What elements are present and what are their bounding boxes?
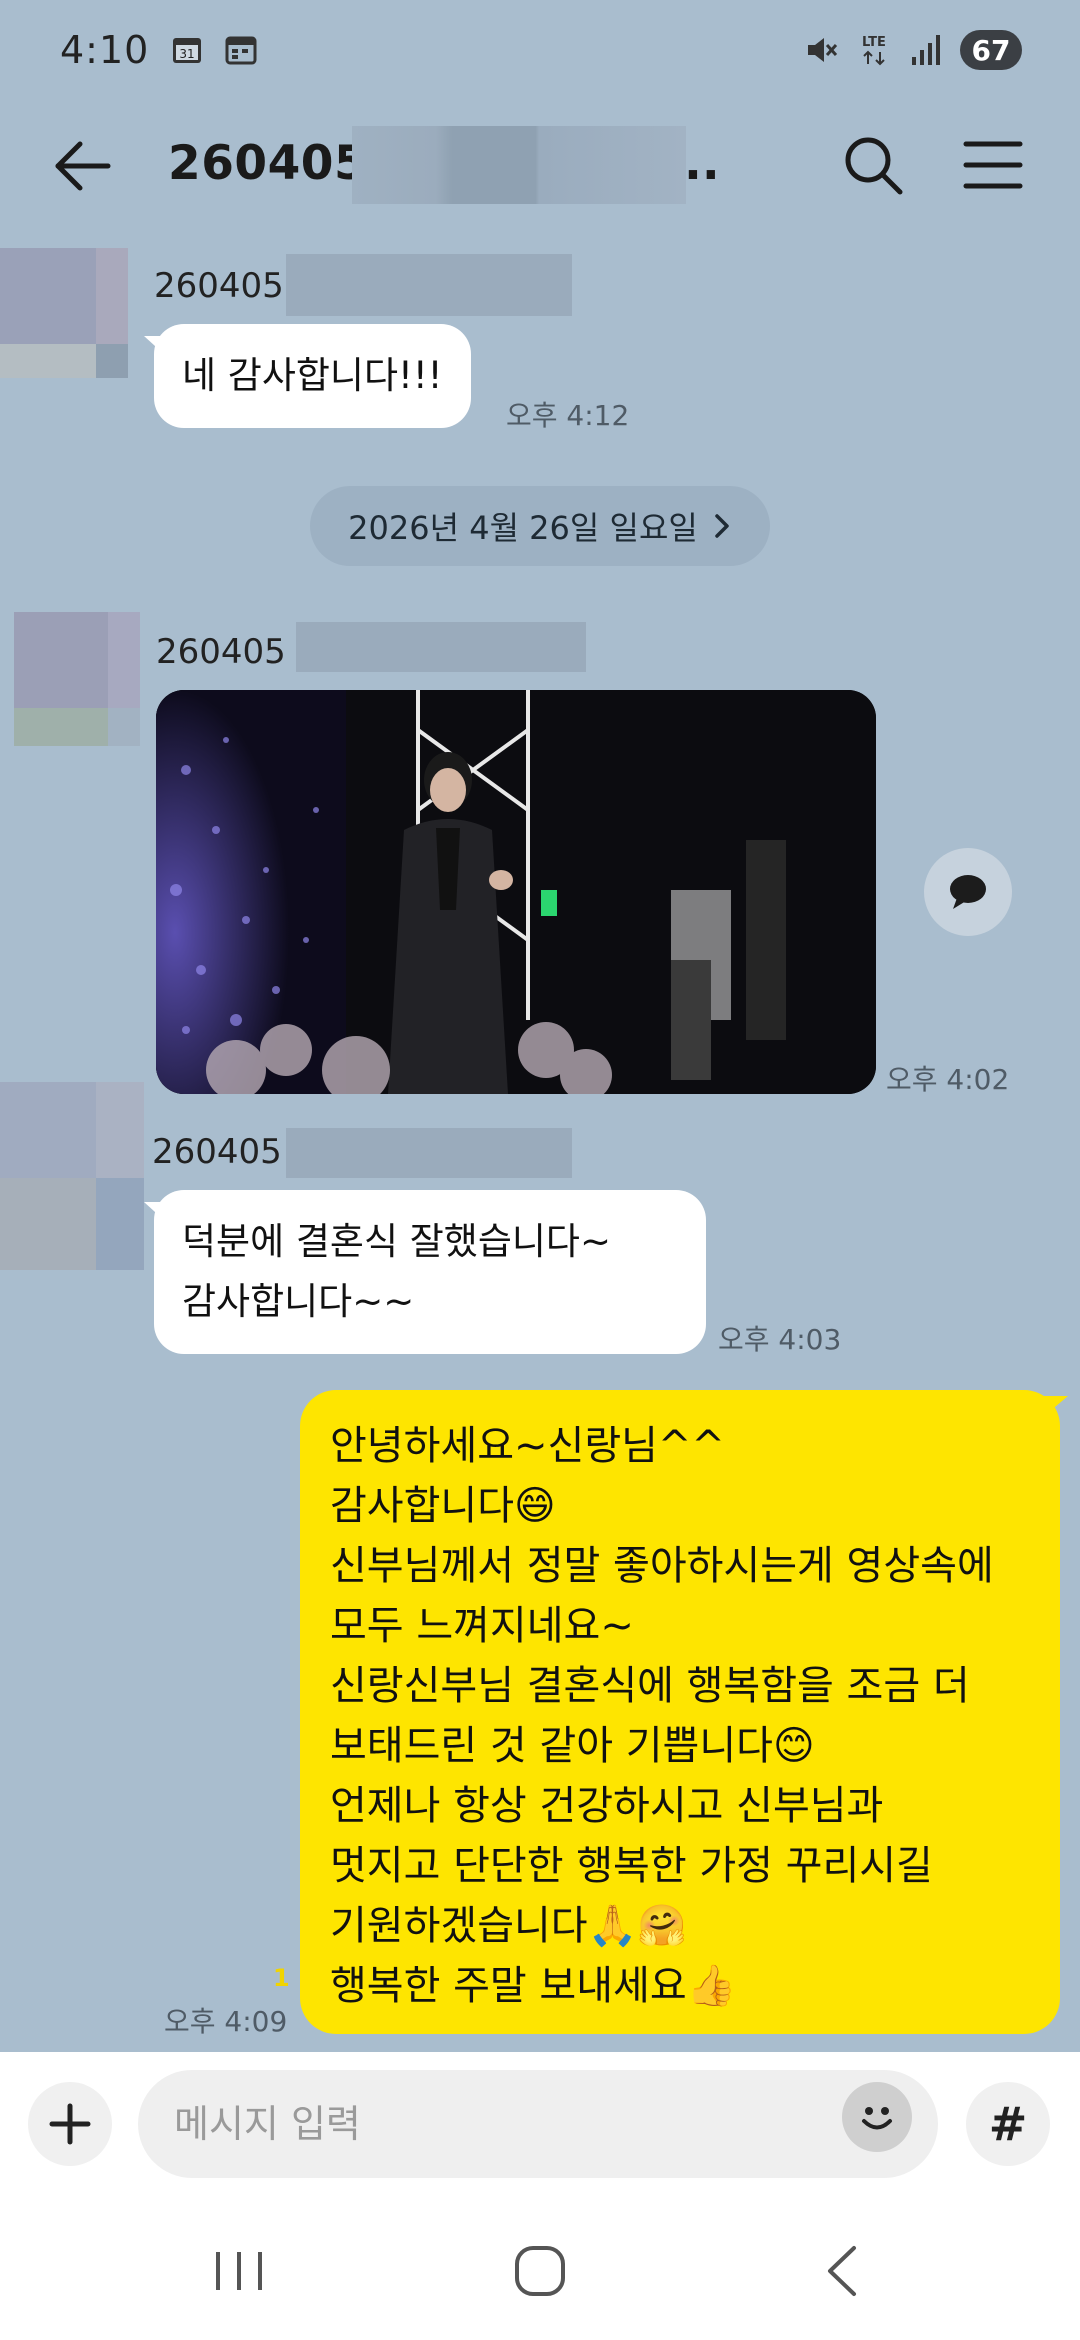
avatar[interactable]	[0, 1082, 144, 1270]
sender-name: 260405	[156, 632, 286, 672]
battery-indicator: 67	[960, 30, 1022, 70]
avatar[interactable]	[14, 612, 140, 746]
sender-name: 260405	[152, 1132, 282, 1172]
recent-apps-icon[interactable]	[204, 2238, 274, 2304]
calendar-app-icon	[225, 36, 257, 65]
back-nav-icon[interactable]	[808, 2238, 878, 2304]
title-ellipsis: ..	[684, 136, 720, 191]
sender-name: 260405	[154, 266, 284, 306]
my-message-line: 감사합니다😄	[330, 1483, 556, 1529]
hash-icon: #	[988, 2097, 1028, 2151]
my-message-line: 기원하겠습니다🙏🤗	[330, 1903, 688, 1949]
share-button[interactable]	[924, 848, 1012, 936]
sender-name-redacted	[286, 1128, 572, 1178]
my-message-line: 신부님께서 정말 좋아하시는게 영상속에	[330, 1543, 994, 1589]
wedding-photo-image	[156, 690, 876, 1094]
message-time: 오후 4:12	[506, 399, 630, 432]
my-message-line: 멋지고 단단한 행복한 가정 꾸리시길	[330, 1843, 933, 1889]
status-right: LTE 67	[804, 30, 1022, 70]
message-time: 오후 4:09	[164, 2005, 288, 2038]
my-message-bubble[interactable]: 안녕하세요~신랑님^^ 감사합니다😄 신부님께서 정말 좋아하시는게 영상속에 …	[300, 1390, 1068, 2034]
status-left: 4:10 31	[60, 28, 257, 72]
sender-name-redacted	[286, 254, 572, 316]
system-nav-bar	[0, 2198, 1080, 2340]
hashtag-search-button[interactable]: #	[966, 2082, 1050, 2166]
message-text-line-1: 덕분에 결혼식 잘했습니다~	[182, 1220, 611, 1263]
message-text-line-2: 감사합니다~~	[182, 1280, 415, 1323]
my-message-line: 모두 느껴지네요~	[330, 1603, 634, 1649]
calendar-icon: 31	[173, 38, 202, 63]
chevron-right-icon	[715, 514, 729, 538]
title-redacted	[352, 126, 686, 204]
lte-label: LTE	[862, 35, 886, 50]
emoji-button[interactable]	[842, 2082, 912, 2152]
my-message-line: 언제나 항상 건강하시고 신부님과	[330, 1783, 884, 1829]
status-time: 4:10	[60, 28, 150, 72]
plus-icon	[49, 2103, 91, 2145]
date-label: 2026년 4월 26일 일요일	[348, 509, 698, 547]
menu-icon[interactable]	[962, 136, 1024, 194]
home-icon[interactable]	[505, 2238, 575, 2304]
my-message-line: 안녕하세요~신랑님^^	[330, 1423, 725, 1469]
message-time: 오후 4:02	[886, 1063, 1010, 1096]
back-button[interactable]	[48, 136, 114, 196]
mute-icon	[808, 38, 838, 62]
add-attachment-button[interactable]	[28, 2082, 112, 2166]
date-divider[interactable]: 2026년 4월 26일 일요일	[310, 486, 770, 566]
lte-icon: LTE	[862, 35, 886, 66]
calendar-day: 31	[180, 47, 195, 61]
sender-name-redacted	[296, 622, 586, 672]
message-text: 네 감사합니다!!!	[182, 354, 443, 397]
my-message-line: 보태드린 것 같아 기쁩니다😊	[330, 1723, 815, 1769]
search-icon[interactable]	[840, 132, 906, 198]
avatar[interactable]	[0, 248, 128, 378]
my-message-line: 신랑신부님 결혼식에 행복함을 조금 더	[330, 1663, 970, 1709]
chat-title: 260405	[168, 136, 368, 191]
message-bubble[interactable]: 네 감사합니다!!!	[144, 324, 471, 428]
message-time: 오후 4:03	[718, 1323, 842, 1356]
message-input[interactable]	[138, 2070, 938, 2178]
message-bubble[interactable]: 덕분에 결혼식 잘했습니다~ 감사합니다~~	[144, 1190, 706, 1354]
chat-share-icon	[950, 875, 986, 909]
status-bar: 4:10 31 LTE 67	[0, 0, 1080, 100]
photo-message[interactable]	[156, 690, 876, 1094]
smiley-icon	[862, 2107, 892, 2130]
signal-icon	[912, 35, 940, 65]
chat-header: 260405 ..	[0, 118, 1080, 214]
input-bar: #	[0, 2052, 1080, 2198]
unread-count: 1	[273, 1964, 290, 1992]
my-message-line: 행복한 주말 보내세요👍	[330, 1963, 737, 2009]
